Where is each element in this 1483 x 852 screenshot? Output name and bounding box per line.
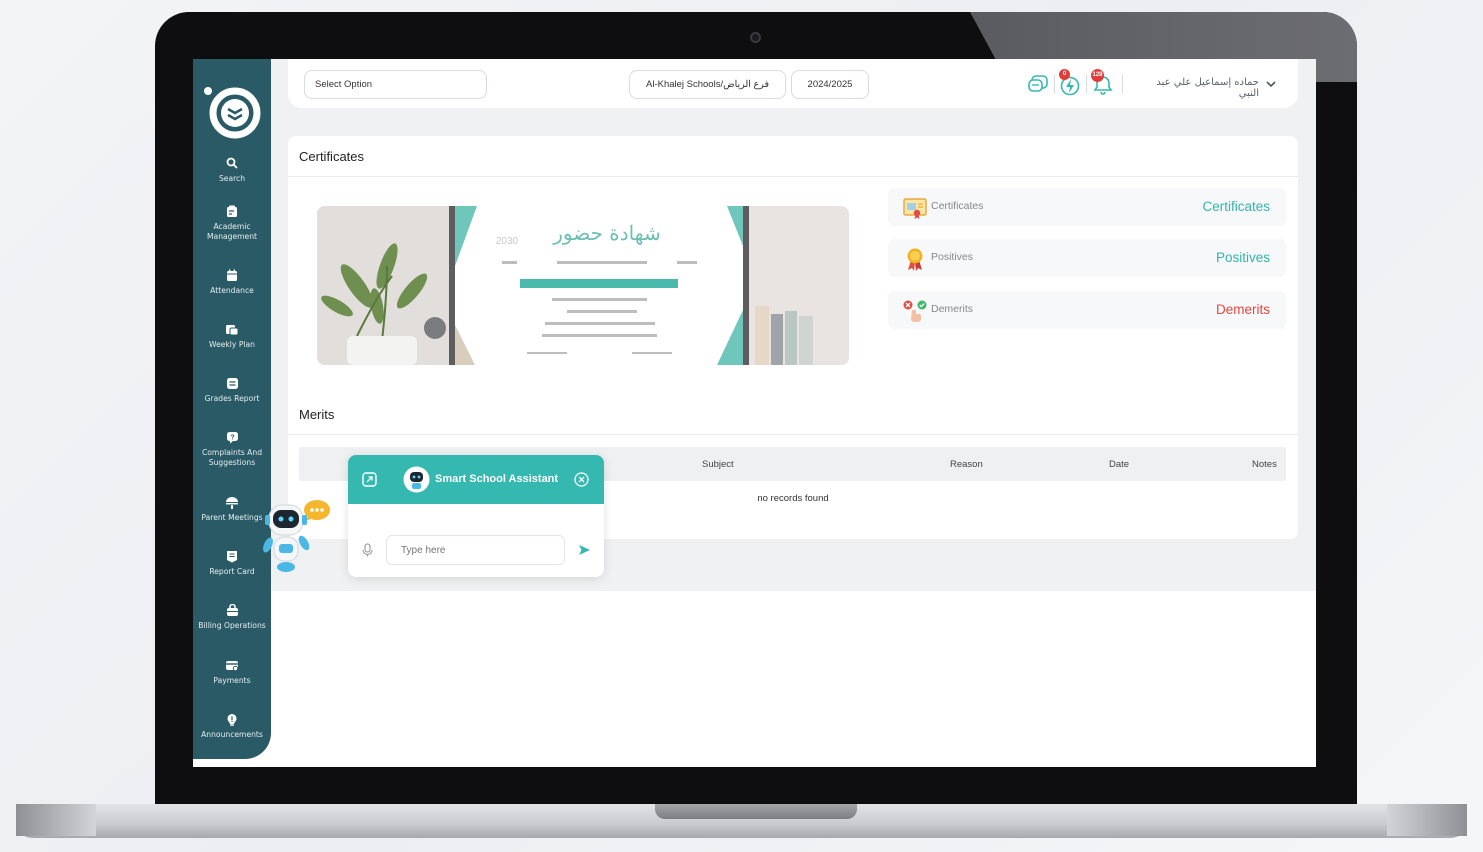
column-header-notes[interactable]: Notes (1252, 459, 1277, 470)
stat-row-demerits[interactable]: Demerits Demerits (888, 291, 1286, 329)
chat-icon[interactable] (1027, 71, 1051, 97)
expand-icon[interactable] (362, 472, 377, 487)
sidebar-item-announcements[interactable]: Announcements (193, 713, 271, 740)
sidebar-item-label: Attendance (210, 286, 254, 295)
card-divider (288, 434, 1298, 435)
academic-icon (193, 205, 271, 220)
laptop-base-notch (655, 804, 857, 819)
sidebar-item-search[interactable]: Search (193, 157, 271, 184)
sidebar-item-grades-report[interactable]: Grades Report (193, 377, 271, 404)
payments-icon (193, 659, 271, 674)
laptop-base-edge-right (1387, 804, 1467, 836)
stat-value: Demerits (1215, 302, 1270, 317)
medal-icon (907, 248, 923, 271)
weekly-plan-icon (193, 323, 271, 338)
school-name: Al-Khalej Schools/فرع الرياض (646, 79, 769, 90)
chevron-down-icon[interactable] (1266, 81, 1276, 88)
content-background (193, 591, 1316, 767)
year-selector[interactable]: 2024/2025 (791, 70, 869, 99)
stat-row-certificates[interactable]: Certificates Certificates (888, 188, 1286, 226)
column-header-date[interactable]: Date (1109, 459, 1129, 470)
sidebar-item-label: Academic Management (206, 222, 258, 241)
svg-text:2030: 2030 (496, 236, 519, 247)
sidebar-item-label: Announcements (201, 730, 263, 739)
certificate-icon (903, 198, 927, 219)
sidebar: Search Academic Management Attendance We… (193, 59, 271, 759)
stat-value: Certificates (1202, 199, 1270, 214)
stat-label: Positives (931, 251, 974, 263)
chat-message-input[interactable] (386, 535, 565, 565)
sidebar-item-label: Search (218, 174, 246, 183)
billing-icon (193, 603, 271, 619)
certificate-preview-image: شهادة حضور 2030 (317, 206, 849, 365)
sidebar-item-label: Complaints And Suggestions (201, 448, 263, 467)
calendar-icon (193, 269, 271, 284)
sidebar-item-attendance[interactable]: Attendance (193, 269, 271, 296)
grades-icon (193, 377, 271, 392)
search-icon (193, 157, 271, 172)
close-icon[interactable] (574, 472, 589, 487)
sidebar-item-label: Payments (213, 676, 251, 685)
merits-title: Merits (299, 407, 335, 422)
stat-label: Demerits (931, 303, 974, 315)
user-name[interactable]: حماده إسماعيل علي عبد النبي (1134, 77, 1259, 99)
assistant-title: Smart School Assistant (435, 473, 559, 485)
card-divider (288, 176, 1298, 177)
assistant-robot-icon[interactable] (253, 495, 343, 575)
header-divider (1122, 75, 1123, 93)
stat-row-positives[interactable]: Positives Positives (888, 239, 1286, 277)
column-header-reason[interactable]: Reason (950, 459, 983, 470)
certificates-title: Certificates (299, 149, 365, 164)
assistant-chat-widget: Smart School Assistant (348, 455, 604, 577)
stat-label: Certificates (931, 200, 984, 212)
sidebar-item-label: Grades Report (204, 394, 260, 403)
header-divider (1054, 75, 1055, 93)
column-header-subject[interactable]: Subject (702, 459, 734, 470)
demerit-icon (903, 300, 927, 322)
lightning-badge: 0 (1059, 69, 1070, 80)
microphone-icon[interactable] (362, 543, 373, 557)
laptop-base-edge-left (16, 804, 96, 836)
svg-text:شهادة حضور: شهادة حضور (552, 221, 661, 245)
school-selector[interactable]: Al-Khalej Schools/فرع الرياض (629, 70, 786, 99)
academic-year: 2024/2025 (807, 79, 853, 90)
announcement-icon (193, 713, 271, 728)
option-select[interactable]: Select Option (304, 70, 487, 99)
option-select-placeholder: Select Option (315, 79, 373, 90)
sidebar-item-payments[interactable]: Payments (193, 659, 271, 686)
header-divider (1086, 75, 1087, 93)
sidebar-item-label: Weekly Plan (209, 340, 255, 349)
sidebar-item-billing-operations[interactable]: Billing Operations (193, 603, 271, 631)
complaint-icon: ? (193, 431, 271, 446)
assistant-header: Smart School Assistant (348, 455, 604, 504)
app-screen: Search Academic Management Attendance We… (193, 59, 1316, 767)
sidebar-item-label: Billing Operations (198, 621, 266, 630)
svg-text:?: ? (230, 434, 234, 441)
assistant-avatar-icon (403, 466, 430, 493)
top-header: Select Option Al-Khalej Schools/فرع الري… (288, 59, 1298, 108)
notification-badge: 128 (1091, 69, 1104, 82)
sidebar-item-complaints[interactable]: ? Complaints And Suggestions (193, 431, 271, 468)
sidebar-item-weekly-plan[interactable]: Weekly Plan (193, 323, 271, 350)
app-logo-icon[interactable] (201, 83, 265, 139)
sidebar-item-academic-management[interactable]: Academic Management (193, 205, 271, 242)
send-icon[interactable] (578, 544, 591, 556)
camera-icon (750, 32, 761, 43)
stat-value: Positives (1215, 250, 1270, 265)
